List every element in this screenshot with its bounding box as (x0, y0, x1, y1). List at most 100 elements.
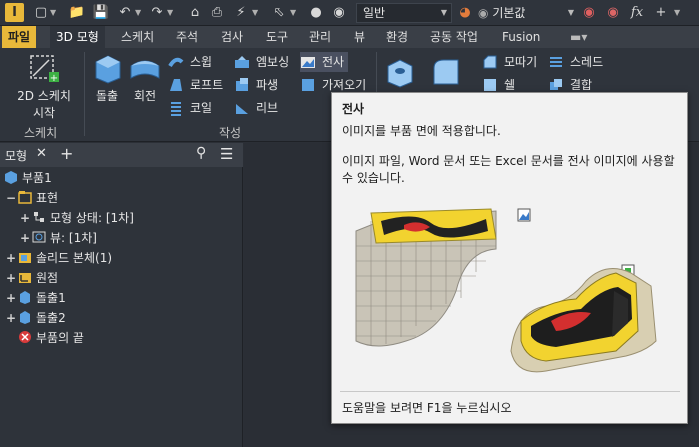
select-icon[interactable]: ⬁ (270, 4, 288, 22)
rib-icon (234, 100, 250, 116)
expand-icon[interactable]: + (6, 288, 18, 308)
sweep-button[interactable]: 스윕 (168, 52, 212, 72)
decal-applied-part-illustration (510, 268, 657, 373)
tab-manage[interactable]: 관리 (303, 26, 337, 48)
tree-item-origin[interactable]: + 원점 (6, 268, 58, 288)
emboss-label: 엠보싱 (256, 55, 290, 69)
save-icon[interactable]: 💾 (92, 4, 110, 22)
import-icon (300, 77, 316, 93)
create-panel-label: 작성 (219, 126, 242, 140)
redo-icon[interactable]: ↷ (148, 4, 166, 22)
new-dropdown-caret[interactable]: ▼ (50, 6, 58, 20)
tree-item-label: 돌출2 (36, 311, 66, 325)
parameters-fx-icon[interactable]: fx (628, 4, 646, 22)
search-icon[interactable]: ⚲ (196, 145, 206, 161)
print-icon[interactable]: ⎙ (208, 4, 226, 22)
browser-tab-model[interactable]: 모형 (5, 147, 27, 164)
open-folder-icon[interactable]: 📁 (68, 4, 86, 22)
add-tab-plus-icon[interactable]: + (60, 144, 73, 163)
coil-button[interactable]: 코일 (168, 98, 212, 118)
tree-item-representations[interactable]: − 표현 (6, 188, 58, 208)
loft-label: 로프트 (190, 78, 224, 92)
tree-item-solid-bodies[interactable]: + 솔리드 본체(1) (6, 248, 112, 268)
ribbon-options-icon[interactable]: ▬▾ (564, 26, 593, 48)
tab-view[interactable]: 뷰 (348, 26, 371, 48)
hole-button[interactable] (382, 56, 418, 96)
ribbon-tabs: 파일 3D 모형 스케치 주석 검사 도구 관리 뷰 환경 공동 작업 Fusi… (0, 26, 699, 48)
combine-label: 결합 (570, 78, 593, 92)
inventor-logo[interactable]: I (5, 3, 24, 22)
home-icon[interactable]: ⌂ (186, 4, 204, 22)
model-state-icon (32, 210, 46, 224)
start-sketch-label-line1: 2D 스케치 (17, 89, 71, 103)
rib-button[interactable]: 리브 (234, 98, 278, 118)
expand-icon[interactable]: + (20, 208, 32, 228)
redo-dropdown-caret[interactable]: ▼ (167, 6, 175, 20)
emboss-button[interactable]: 엠보싱 (234, 52, 289, 72)
tree-item-model-state[interactable]: + 모형 상태: [1차] (20, 208, 134, 228)
appearance-select[interactable]: ◉ 기본값 ▼ (478, 3, 576, 23)
folder-icon (18, 190, 32, 204)
derive-button[interactable]: 파생 (234, 75, 278, 95)
tree-item-label: 솔리드 본체(1) (36, 251, 113, 265)
tree-item-label: 원점 (36, 271, 59, 285)
tab-tools[interactable]: 도구 (260, 26, 294, 48)
select-dropdown-caret[interactable]: ▼ (290, 6, 298, 20)
thread-button[interactable]: 스레드 (548, 52, 603, 72)
tree-item-end-of-part[interactable]: 부품의 끝 (18, 328, 84, 348)
update-dropdown-caret[interactable]: ▼ (252, 6, 260, 20)
expand-icon[interactable]: + (6, 268, 18, 288)
extrude-button[interactable]: 돌출 (88, 52, 126, 108)
tab-inspect[interactable]: 검사 (215, 26, 249, 48)
tab-environments[interactable]: 환경 (380, 26, 414, 48)
tree-item-extrusion1[interactable]: + 돌출1 (6, 288, 66, 308)
coil-icon (168, 100, 184, 116)
update-icon[interactable]: ⚡ (232, 4, 250, 22)
tree-item-part1[interactable]: 부품1 (4, 168, 52, 188)
plus-icon[interactable]: + (652, 4, 670, 22)
tab-collaborate[interactable]: 공동 작업 (424, 26, 484, 48)
tab-sketch[interactable]: 스케치 (115, 26, 160, 48)
chamfer-label: 모따기 (504, 55, 538, 69)
adjust-appearance-icon[interactable]: ◉ (580, 4, 598, 22)
tree-item-view[interactable]: + 뷰: [1차] (20, 228, 97, 248)
tree-item-extrusion2[interactable]: + 돌출2 (6, 308, 66, 328)
new-file-icon[interactable]: ▢ (32, 4, 50, 22)
material-icon[interactable]: ● (307, 4, 325, 22)
expand-icon[interactable]: + (6, 248, 18, 268)
expand-icon[interactable]: + (20, 228, 32, 248)
browser-header: 모형 ✕ + ⚲ ☰ (0, 143, 243, 167)
chamfer-button[interactable]: 모따기 (482, 52, 537, 72)
tooltip-help-text: 도움말을 보려면 F1을 누르십시오 (342, 401, 512, 415)
decal-button[interactable]: 전사 (300, 52, 349, 72)
extrude-label: 돌출 (95, 89, 119, 103)
tab-3d-model[interactable]: 3D 모형 (50, 26, 105, 48)
revolve-button[interactable]: 회전 (126, 52, 164, 108)
tab-file[interactable]: 파일 (2, 26, 37, 48)
chevron-down-icon: ▼ (440, 8, 447, 17)
expand-icon[interactable]: + (6, 308, 18, 328)
clear-appearance-icon[interactable]: ◉ (604, 4, 622, 22)
customize-caret[interactable]: ▼ (674, 6, 682, 20)
fillet-button[interactable] (428, 56, 464, 96)
origin-icon (18, 270, 32, 284)
appearance-ball-icon[interactable]: ◉ (330, 4, 348, 22)
undo-dropdown-caret[interactable]: ▼ (135, 6, 143, 20)
collapse-icon[interactable]: − (6, 188, 18, 208)
start-2d-sketch-button[interactable]: + 2D 스케치 시작 (8, 52, 80, 120)
menu-icon[interactable]: ☰ (220, 145, 233, 163)
color-wheel-icon[interactable]: ◕ (456, 4, 474, 22)
tab-fusion[interactable]: Fusion (496, 26, 546, 48)
hole-icon (387, 59, 413, 88)
loft-button[interactable]: 로프트 (168, 75, 223, 95)
undo-icon[interactable]: ↶ (116, 4, 134, 22)
coil-label: 코일 (190, 101, 213, 115)
style-select[interactable]: 일반 ▼ (356, 3, 452, 23)
model-browser: 모형 ✕ + ⚲ ☰ 부품1 − 표현 + 모형 상태: [1차] + 뷰: [1차]… (0, 143, 243, 447)
chevron-down-icon: ▼ (567, 8, 574, 17)
sketch-icon: + (30, 55, 59, 84)
import-label: 가져오기 (322, 78, 367, 92)
close-icon[interactable]: ✕ (36, 146, 47, 161)
loft-icon (168, 77, 184, 93)
tab-annotate[interactable]: 주석 (170, 26, 204, 48)
